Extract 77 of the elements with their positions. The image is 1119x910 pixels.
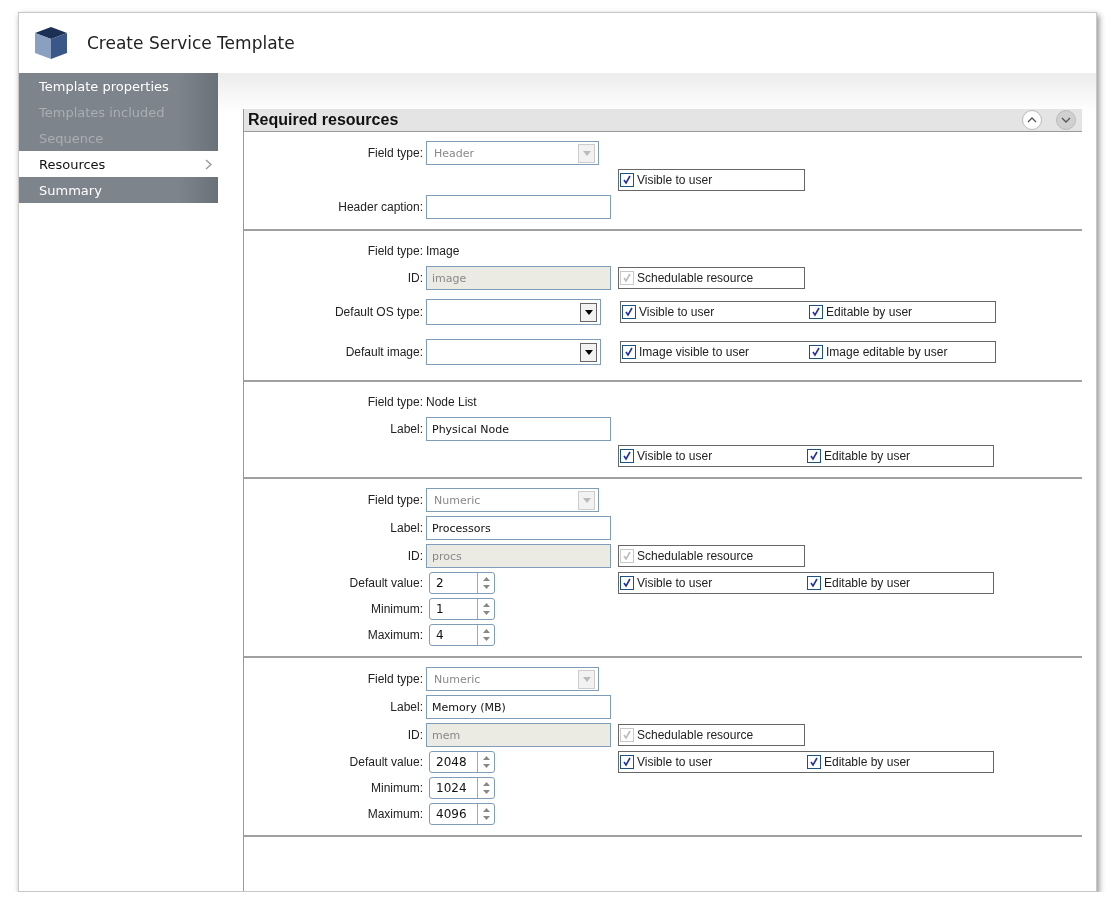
- field-label: Minimum:: [371, 781, 423, 795]
- field-label: Label:: [390, 700, 423, 714]
- field-label: ID:: [407, 271, 423, 285]
- checkbox-option[interactable]: Editable by user: [806, 576, 993, 590]
- spin-arrows-icon: [481, 754, 491, 770]
- checkbox[interactable]: [620, 173, 634, 187]
- checkbox[interactable]: [807, 576, 821, 590]
- checkbox-option[interactable]: Editable by user: [808, 305, 995, 319]
- panel-title: Required resources: [248, 111, 399, 129]
- number-spinner[interactable]: 2048: [429, 751, 495, 773]
- chevron-down-icon: [1061, 117, 1071, 123]
- checkbox-option[interactable]: Visible to user: [619, 755, 806, 769]
- field-label: Label:: [390, 521, 423, 535]
- checkbox[interactable]: [620, 449, 634, 463]
- checkbox[interactable]: [807, 755, 821, 769]
- chevron-right-icon: [205, 158, 212, 170]
- checkbox[interactable]: [620, 576, 634, 590]
- checkbox-option[interactable]: Image editable by user: [808, 345, 995, 359]
- field-label: Field type:: [367, 395, 423, 409]
- checkbox[interactable]: [807, 449, 821, 463]
- spin-arrows-icon: [481, 627, 491, 643]
- field-label: Header caption:: [338, 200, 423, 214]
- checkbox-option[interactable]: Visible to user: [621, 305, 808, 319]
- text-field[interactable]: [426, 195, 611, 219]
- number-spinner[interactable]: 1024: [429, 777, 495, 799]
- checkbox[interactable]: [620, 755, 634, 769]
- field-label: Field type:: [367, 146, 423, 160]
- field-label: Label:: [390, 422, 423, 436]
- checkbox-option[interactable]: Editable by user: [806, 755, 993, 769]
- checkbox-option[interactable]: Editable by user: [806, 449, 993, 463]
- field-label: Default value:: [349, 755, 423, 769]
- number-spinner[interactable]: 4: [429, 624, 495, 646]
- field-value: Image: [426, 244, 460, 258]
- checkbox[interactable]: [622, 305, 636, 319]
- field-type-dropdown[interactable]: Numeric: [426, 667, 599, 691]
- sidebar-item[interactable]: Summary: [19, 177, 218, 203]
- spin-arrows-icon: [481, 575, 491, 591]
- field-label: Default value:: [349, 576, 423, 590]
- spin-arrows-icon: [481, 601, 491, 617]
- field-label: Minimum:: [371, 602, 423, 616]
- checkbox-option[interactable]: Visible to user: [619, 576, 806, 590]
- field-type-dropdown[interactable]: Header: [426, 141, 599, 165]
- checkbox-option[interactable]: Visible to user: [619, 449, 806, 463]
- dropdown[interactable]: [426, 299, 601, 325]
- window-title: Create Service Template: [87, 33, 295, 53]
- dropdown[interactable]: [426, 339, 601, 365]
- checkbox[interactable]: [809, 345, 823, 359]
- field-type-dropdown[interactable]: Numeric: [426, 488, 599, 512]
- text-field[interactable]: Memory (MB): [426, 695, 611, 719]
- dropdown-arrow-icon: [582, 676, 591, 682]
- sidebar-item[interactable]: Template properties: [19, 73, 218, 99]
- dropdown-arrow-icon: [584, 309, 593, 315]
- checkbox[interactable]: [622, 345, 636, 359]
- dropdown-arrow-icon: [582, 150, 591, 156]
- text-field[interactable]: Physical Node: [426, 417, 611, 441]
- field-label: Default image:: [345, 345, 423, 359]
- field-label: Field type:: [367, 244, 423, 258]
- dropdown-arrow-icon: [582, 497, 591, 503]
- number-spinner[interactable]: 2: [429, 572, 495, 594]
- field-label: Field type:: [367, 493, 423, 507]
- field-label: Field type:: [367, 672, 423, 686]
- spin-arrows-icon: [481, 806, 491, 822]
- field-label: Maximum:: [367, 807, 423, 821]
- text-field[interactable]: Processors: [426, 516, 611, 540]
- spin-arrows-icon: [481, 780, 491, 796]
- field-label: ID:: [407, 549, 423, 563]
- checkbox-option[interactable]: Image visible to user: [621, 345, 808, 359]
- number-spinner[interactable]: 1: [429, 598, 495, 620]
- field-label: ID:: [407, 728, 423, 742]
- field-label: Default OS type:: [334, 305, 423, 319]
- field-label: Maximum:: [367, 628, 423, 642]
- checkbox[interactable]: [809, 305, 823, 319]
- chevron-up-icon: [1027, 117, 1037, 123]
- dropdown-arrow-icon: [584, 349, 593, 355]
- number-spinner[interactable]: 4096: [429, 803, 495, 825]
- checkbox-option[interactable]: Visible to user: [619, 173, 804, 187]
- field-value: Node List: [426, 395, 477, 409]
